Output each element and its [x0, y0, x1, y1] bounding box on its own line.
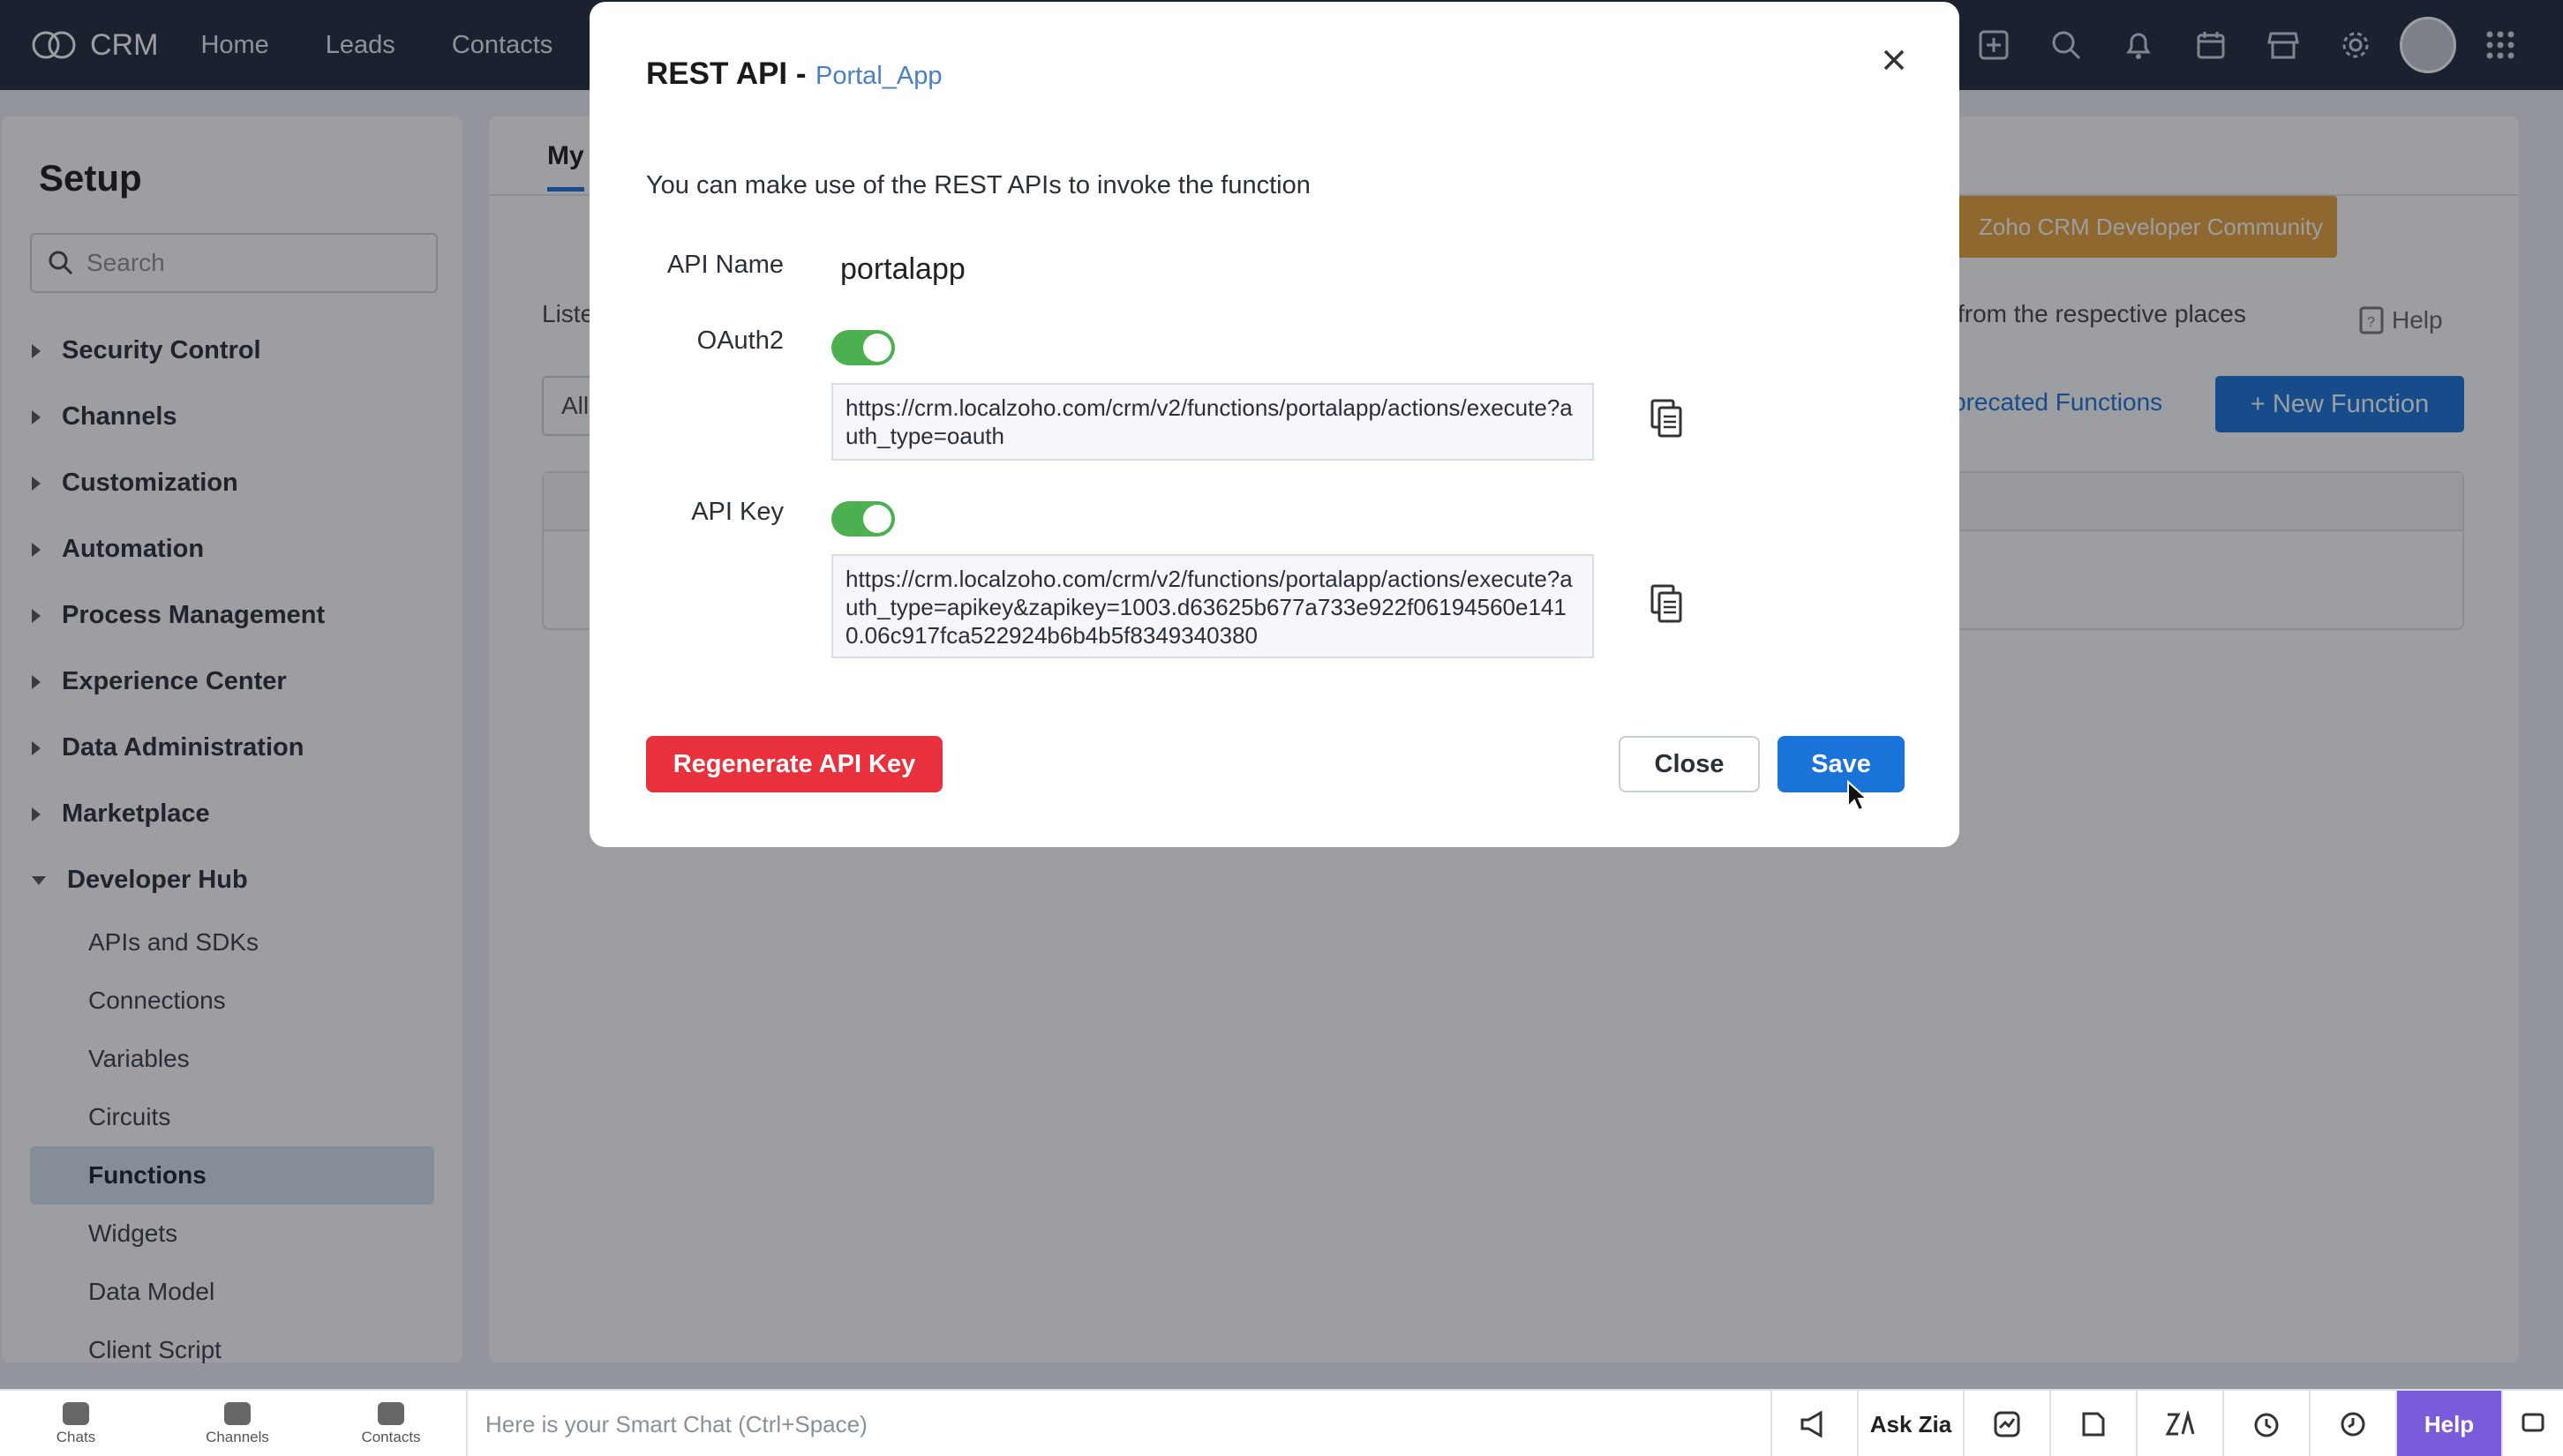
- save-button[interactable]: Save: [1778, 736, 1905, 792]
- copy-oauth-url-icon[interactable]: [1649, 399, 1684, 438]
- modal-function-name: Portal_App: [816, 62, 943, 90]
- api-key-url-field[interactable]: https://crm.localzoho.com/crm/v2/functio…: [831, 554, 1594, 658]
- chats-button[interactable]: Chats: [44, 1391, 108, 1456]
- oauth-toggle[interactable]: [831, 330, 895, 365]
- ask-zia-button[interactable]: Ask Zia: [1857, 1391, 1963, 1456]
- close-icon[interactable]: [1876, 42, 1912, 78]
- close-button[interactable]: Close: [1619, 736, 1760, 792]
- bottom-right-tools: Ask Zia Help: [1770, 1391, 2563, 1456]
- rest-api-modal: REST API - Portal_App You can make use o…: [590, 2, 1959, 847]
- zia-icon[interactable]: [2136, 1391, 2222, 1456]
- alarm-icon[interactable]: [2222, 1391, 2309, 1456]
- contacts-icon: [378, 1402, 404, 1425]
- channels-icon: [224, 1402, 251, 1425]
- api-name-label: API Name: [666, 251, 784, 279]
- api-key-toggle[interactable]: [831, 501, 895, 537]
- channels-label: Channels: [206, 1429, 269, 1445]
- regenerate-api-key-button[interactable]: Regenerate API Key: [646, 736, 943, 792]
- analytics-icon[interactable]: [1963, 1391, 2049, 1456]
- api-key-label: API Key: [691, 498, 784, 526]
- modal-title: REST API -: [646, 56, 807, 91]
- chat-icon: [63, 1402, 89, 1425]
- api-name-value: portalapp: [840, 252, 966, 286]
- toggle-knob: [863, 334, 891, 362]
- smart-chat-input[interactable]: Here is your Smart Chat (Ctrl+Space): [466, 1391, 1763, 1456]
- bottom-bar: Chats Channels Contacts Here is your Sma…: [0, 1389, 2563, 1456]
- history-icon[interactable]: [2309, 1391, 2395, 1456]
- oauth-label: OAuth2: [696, 326, 784, 355]
- notes-icon[interactable]: [2049, 1391, 2136, 1456]
- announcement-icon[interactable]: [1770, 1391, 1857, 1456]
- feedback-icon[interactable]: [2501, 1391, 2563, 1456]
- contacts-label: Contacts: [361, 1429, 421, 1445]
- copy-api-key-url-icon[interactable]: [1649, 584, 1684, 623]
- contacts-button[interactable]: Contacts: [351, 1391, 431, 1456]
- oauth-url-field[interactable]: https://crm.localzoho.com/crm/v2/functio…: [831, 383, 1594, 461]
- modal-description: You can make use of the REST APIs to inv…: [646, 171, 1311, 199]
- mouse-cursor-icon: [1847, 780, 1868, 812]
- toggle-knob: [863, 505, 891, 533]
- help-button[interactable]: Help: [2395, 1391, 2501, 1456]
- channels-button[interactable]: Channels: [198, 1391, 277, 1456]
- chats-label: Chats: [56, 1429, 96, 1445]
